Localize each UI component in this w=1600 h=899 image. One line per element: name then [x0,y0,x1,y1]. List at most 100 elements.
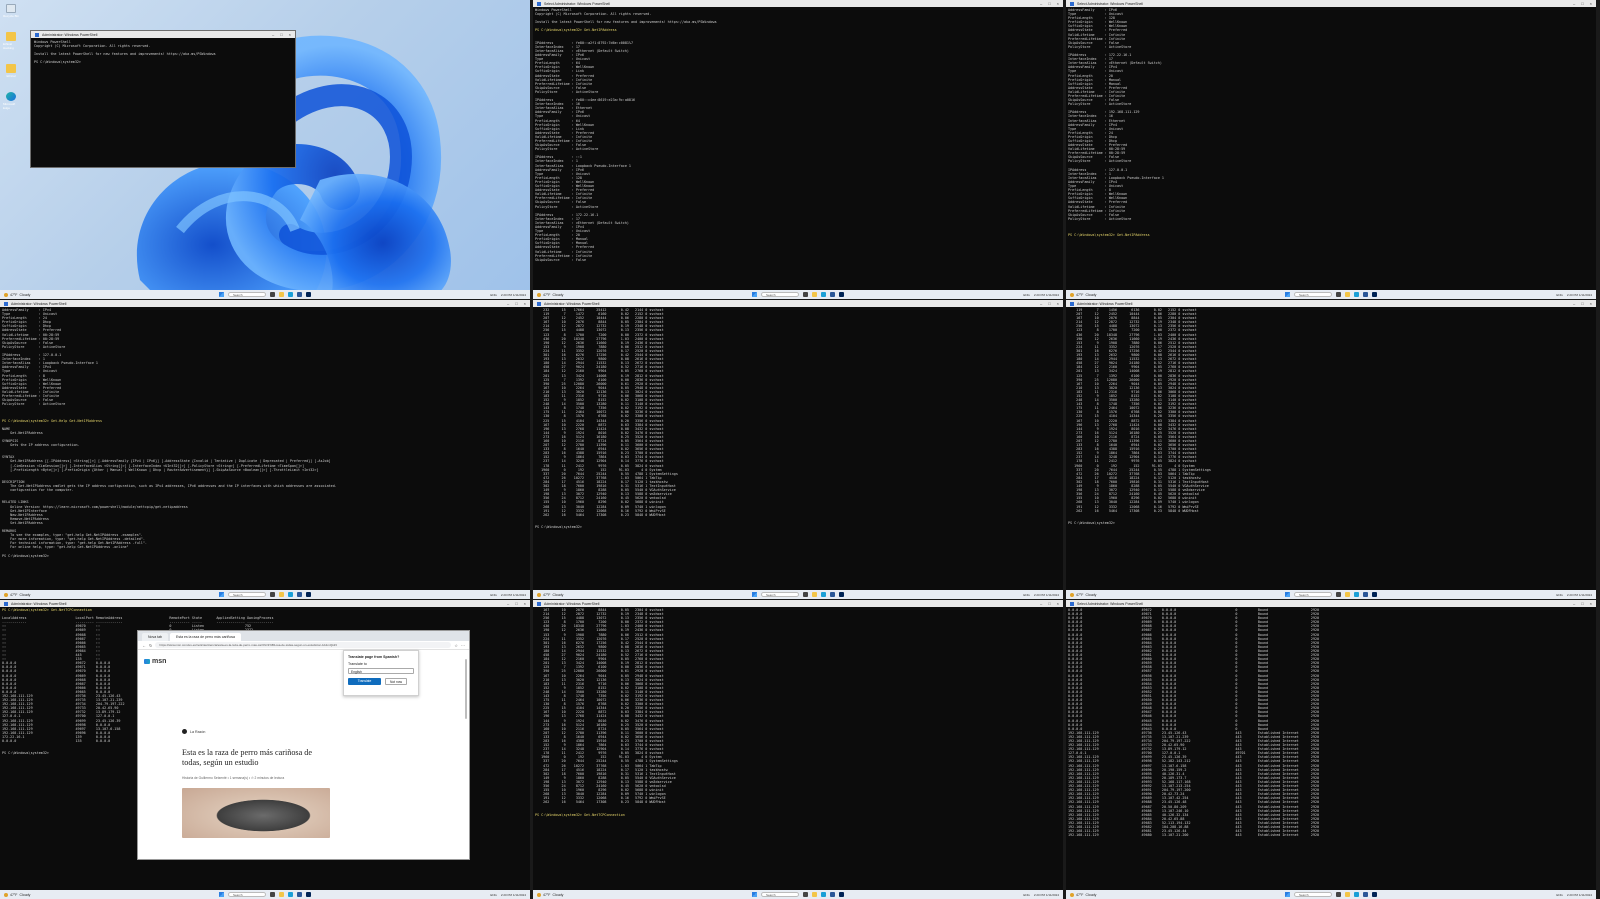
panel-terminal[interactable]: Administrator: Windows PowerShell – □ × … [0,300,530,599]
file-explorer-icon[interactable] [812,592,817,597]
taskbar-search[interactable]: Search [761,292,799,297]
store-icon[interactable] [1363,892,1368,897]
taskbar-search[interactable]: Search [228,292,266,297]
maximize-icon[interactable]: □ [1581,601,1583,606]
terminal-output[interactable]: AddressFamily : IPv6 Type : Unicast Prefix… [1068,8,1594,290]
task-view-icon[interactable] [270,592,275,597]
article-source[interactable]: La Razón [182,729,330,734]
powershell-icon[interactable] [1372,292,1377,297]
minimize-icon[interactable]: – [1573,301,1575,306]
close-icon[interactable]: × [524,301,526,306]
translate-language-select[interactable]: English [348,668,414,674]
window-titlebar[interactable]: Administrator: Windows PowerShell – □ × [533,600,1063,607]
minimize-icon[interactable]: – [1040,1,1042,6]
file-explorer-icon[interactable] [1345,892,1350,897]
panel-terminal[interactable]: Select Administrator: Windows PowerShell… [1066,0,1596,299]
start-button-icon[interactable] [1285,292,1290,297]
edge-icon[interactable] [821,592,826,597]
store-icon[interactable] [1363,292,1368,297]
store-icon[interactable] [830,592,835,597]
clock[interactable]: 2:20 PM 1/11/2024 [501,893,526,897]
terminal-output[interactable]: 0.0.0.0 49672 0.0.0.0 0 Bound 2920 0.0.0.… [1068,608,1594,890]
store-icon[interactable] [1363,592,1368,597]
browser-tab-active[interactable]: Esta es la raza de perro más cariñosa [170,633,241,641]
powershell-icon[interactable] [306,292,311,297]
clock[interactable]: 2:20 PM 1/11/2024 [1034,293,1059,297]
edge-icon[interactable] [1354,292,1359,297]
task-view-icon[interactable] [803,892,808,897]
language-indicator[interactable]: ENG [490,893,497,897]
desktop-icon-edge[interactable]: Microsoft Edge [3,92,19,110]
taskbar-weather[interactable]: 47°F Cloudy [1070,292,1096,297]
panel-terminal[interactable]: Administrator: Windows PowerShell – □ × … [533,300,1063,599]
minimize-icon[interactable]: – [272,32,274,37]
file-explorer-icon[interactable] [279,292,284,297]
taskbar-weather[interactable]: 47°F Cloudy [4,292,30,297]
language-indicator[interactable]: ENG [1556,293,1563,297]
panel-terminal[interactable]: Administrator: Windows PowerShell – □ × … [1066,300,1596,599]
edge-icon[interactable] [1354,592,1359,597]
refresh-icon[interactable]: ↻ [149,643,152,648]
powershell-icon[interactable] [1372,592,1377,597]
edge-icon[interactable] [821,892,826,897]
browser-tab[interactable]: Nova tab [142,633,169,641]
terminal-output[interactable]: AddressFamily : IPv4 Type : Unicast Prefix… [2,308,528,590]
clock[interactable]: 2:20 PM 1/11/2024 [501,593,526,597]
maximize-icon[interactable]: □ [1048,601,1050,606]
close-icon[interactable]: × [1590,301,1592,306]
clock[interactable]: 2:20 PM 1/11/2024 [1034,593,1059,597]
task-view-icon[interactable] [803,292,808,297]
terminal-output[interactable]: Windows PowerShell Copyright (C) Microsof… [535,8,1061,290]
language-indicator[interactable]: ENG [490,593,497,597]
file-explorer-icon[interactable] [279,592,284,597]
edge-icon[interactable] [821,292,826,297]
close-icon[interactable]: × [1057,301,1059,306]
taskbar-search[interactable]: Search [1294,892,1332,897]
window-titlebar[interactable]: Select Administrator: Windows PowerShell… [1066,600,1596,607]
edge-icon[interactable] [288,592,293,597]
file-explorer-icon[interactable] [812,892,817,897]
close-icon[interactable]: × [1590,1,1592,6]
maximize-icon[interactable]: □ [515,301,517,306]
minimize-icon[interactable]: – [507,601,509,606]
minimize-icon[interactable]: – [507,301,509,306]
minimize-icon[interactable]: – [1040,301,1042,306]
start-button-icon[interactable] [752,592,757,597]
language-indicator[interactable]: ENG [1023,593,1030,597]
taskbar-weather[interactable]: 47°F Cloudy [537,292,563,297]
window-titlebar[interactable]: Administrator: Windows PowerShell – □ × [31,31,295,38]
window-titlebar[interactable]: Administrator: Windows PowerShell – □ × [0,300,530,307]
language-indicator[interactable]: ENG [490,293,497,297]
back-icon[interactable]: ← [142,643,146,648]
maximize-icon[interactable]: □ [1581,1,1583,6]
taskbar-search[interactable]: Search [1294,292,1332,297]
taskbar-weather[interactable]: 47°F Cloudy [1070,592,1096,597]
window-titlebar[interactable]: Administrator: Windows PowerShell – □ × [533,300,1063,307]
start-button-icon[interactable] [752,892,757,897]
browser-scrollbar[interactable] [465,659,467,719]
language-indicator[interactable]: ENG [1023,893,1030,897]
window-titlebar[interactable]: Administrator: Windows PowerShell – □ × [1066,300,1596,307]
start-button-icon[interactable] [219,292,224,297]
clock[interactable]: 2:20 PM 1/11/2024 [501,293,526,297]
taskbar-search[interactable]: Search [228,592,266,597]
file-explorer-icon[interactable] [1345,292,1350,297]
powershell-window[interactable]: Administrator: Windows PowerShell – □ × … [30,30,296,168]
menu-icon[interactable]: ⋯ [461,643,465,648]
taskbar-weather[interactable]: 47°F Cloudy [537,892,563,897]
taskbar-search[interactable]: Search [228,892,266,897]
desktop-icon-folder-2[interactable]: Ethical [3,64,19,78]
file-explorer-icon[interactable] [1345,592,1350,597]
close-icon[interactable]: × [1590,601,1592,606]
close-icon[interactable]: × [524,601,526,606]
window-titlebar[interactable]: Select Administrator: Windows PowerShell… [1066,0,1596,7]
panel-terminal[interactable]: Select Administrator: Windows PowerShell… [533,0,1063,299]
taskbar-weather[interactable]: 47°F Cloudy [4,892,30,897]
not-now-button[interactable]: Not now [385,678,407,685]
maximize-icon[interactable]: □ [1048,1,1050,6]
powershell-icon[interactable] [306,892,311,897]
terminal-output[interactable]: 167 10 2076 8844 0.05 2304 0 svchost 214… [535,608,1061,890]
window-titlebar[interactable]: Administrator: Windows PowerShell – □ × [0,600,530,607]
clock[interactable]: 2:20 PM 1/11/2024 [1034,893,1059,897]
start-button-icon[interactable] [219,892,224,897]
